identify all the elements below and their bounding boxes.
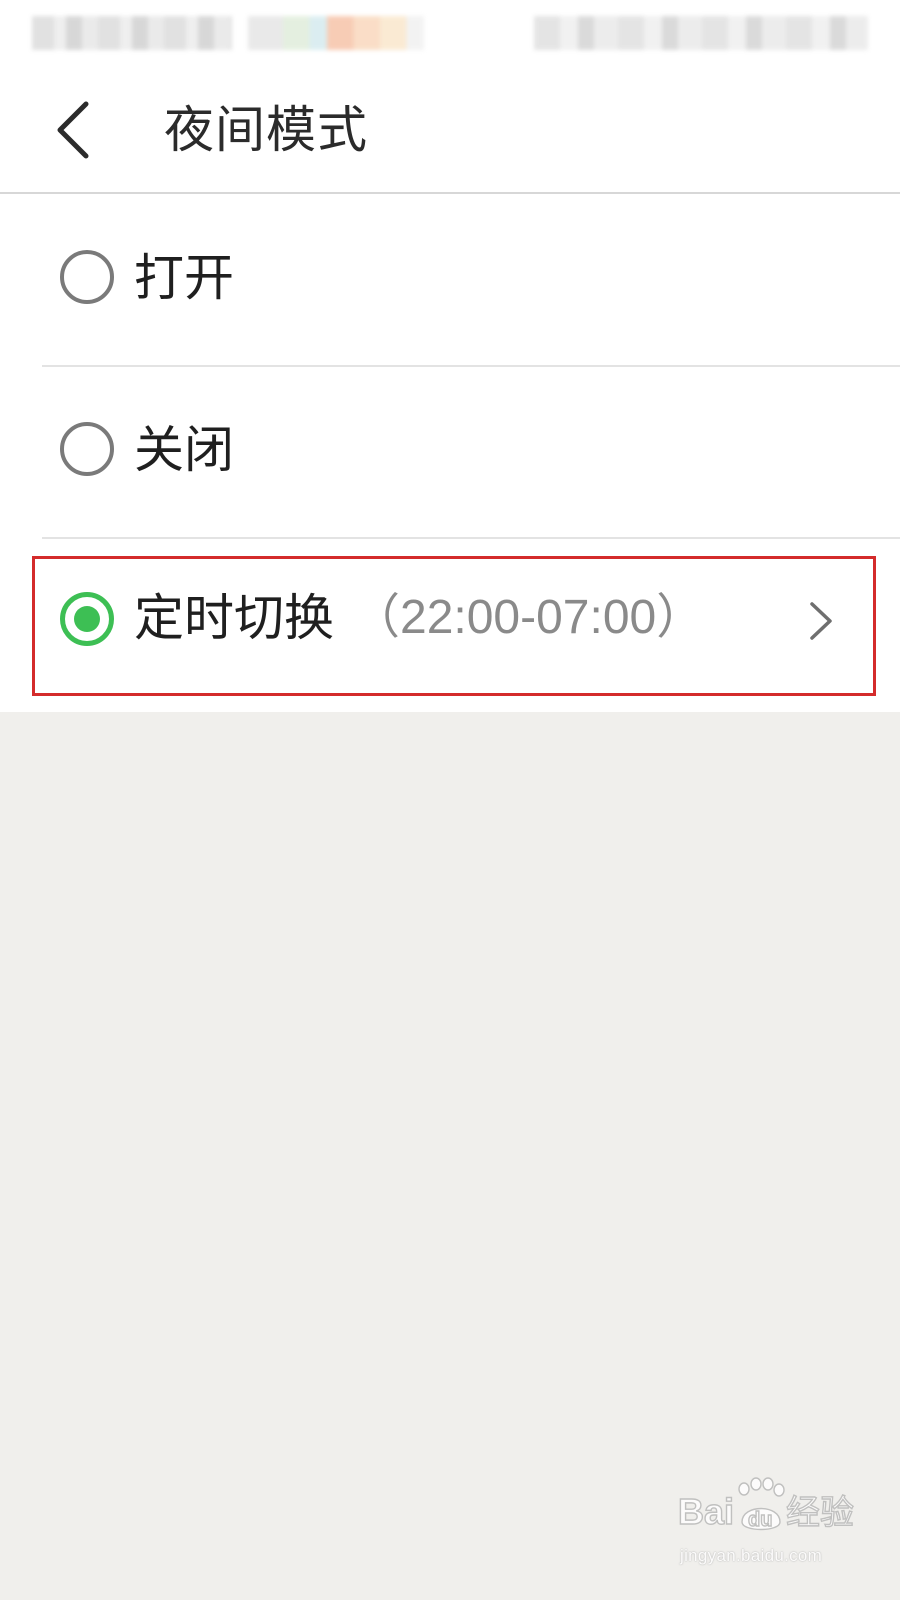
- option-label-scheduled: 定时切换: [134, 589, 334, 647]
- option-row-close[interactable]: 关闭: [0, 366, 900, 538]
- svg-text:du: du: [748, 1509, 772, 1531]
- watermark: Bai du 经验 jingyan.baidu.com: [676, 1474, 876, 1584]
- chevron-right-icon: [810, 602, 832, 640]
- status-bar-blurred-left: [32, 16, 232, 50]
- radio-button-close[interactable]: [60, 422, 114, 476]
- radio-button-scheduled[interactable]: [60, 592, 114, 646]
- schedule-time-range: （22:00-07:00）: [352, 591, 705, 644]
- option-row-open[interactable]: 打开: [0, 194, 900, 366]
- status-bar: [0, 0, 900, 70]
- radio-button-open[interactable]: [60, 250, 114, 304]
- app-header: 夜间模式: [0, 70, 900, 194]
- option-row-scheduled[interactable]: 定时切换 （22:00-07:00）: [0, 538, 900, 712]
- night-mode-options: 打开 关闭 定时切换 （22:00-07:00）: [0, 194, 900, 712]
- option-label-close: 关闭: [134, 421, 234, 479]
- status-bar-blurred-right: [534, 16, 868, 50]
- svg-text:Bai: Bai: [678, 1491, 734, 1532]
- status-bar-blurred-icons: [248, 16, 424, 50]
- baidu-jingyan-logo: Bai du 经验: [677, 1477, 855, 1534]
- radio-selected-dot: [74, 606, 100, 632]
- svg-text:经验: 经验: [786, 1493, 854, 1533]
- page-title: 夜间模式: [164, 101, 368, 159]
- watermark-domain: jingyan.baidu.com: [680, 1546, 823, 1565]
- back-button[interactable]: [48, 90, 108, 170]
- option-label-open: 打开: [134, 249, 234, 307]
- chevron-left-icon: [57, 101, 89, 159]
